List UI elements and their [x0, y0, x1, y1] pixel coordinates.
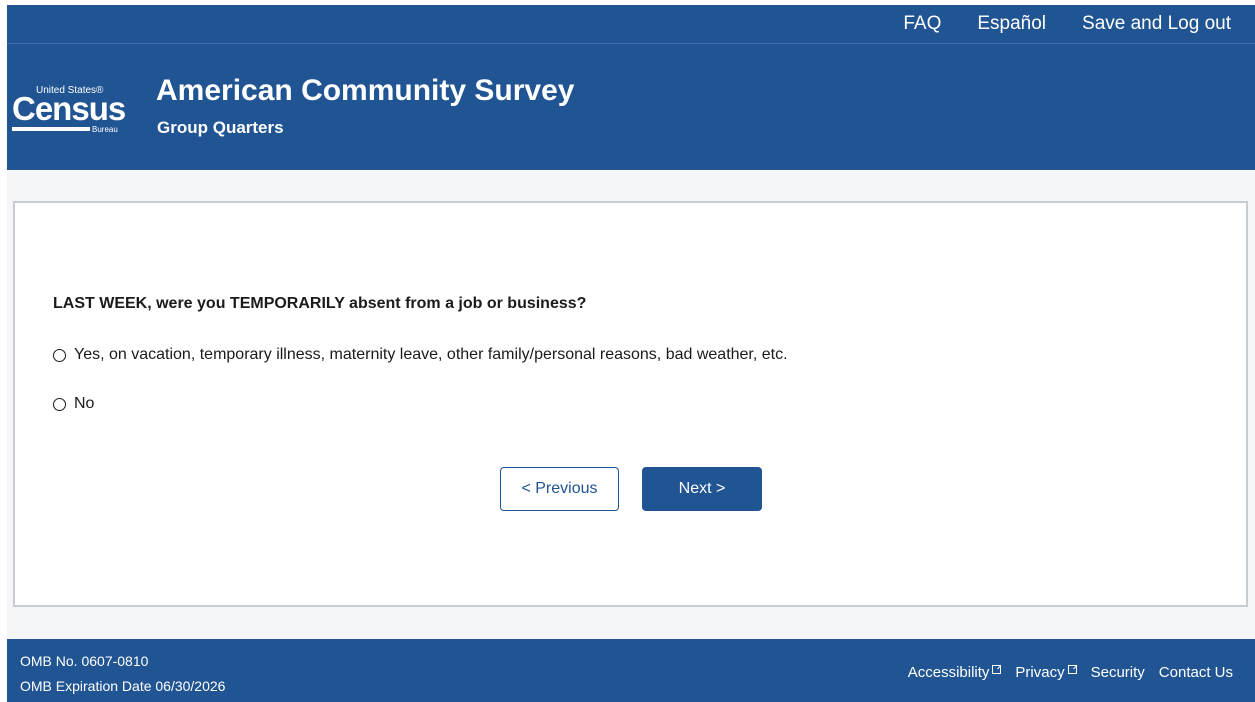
option-yes[interactable]: Yes, on vacation, temporary illness, mat… — [53, 346, 788, 364]
logo-bureau-text: Bureau — [92, 125, 118, 134]
accessibility-link-label: Accessibility — [907, 664, 990, 681]
accessibility-link[interactable]: Accessibility — [908, 664, 1002, 681]
external-link-icon — [992, 665, 1002, 674]
site-header: United States® Census Bureau American Co… — [7, 44, 1255, 170]
privacy-link[interactable]: Privacy — [1015, 664, 1077, 681]
survey-subtitle: Group Quarters — [157, 118, 284, 137]
census-logo: United States® Census Bureau — [12, 85, 132, 141]
radio-unselected-icon[interactable] — [53, 397, 66, 411]
next-button[interactable]: Next > — [642, 467, 762, 511]
question-text: LAST WEEK, were you TEMPORARILY absent f… — [53, 295, 587, 312]
site-footer: OMB No. 0607-0810 OMB Expiration Date 06… — [7, 639, 1255, 702]
question-card: LAST WEEK, were you TEMPORARILY absent f… — [13, 201, 1248, 607]
option-yes-label: Yes, on vacation, temporary illness, mat… — [74, 346, 788, 363]
contact-us-link[interactable]: Contact Us — [1159, 664, 1233, 681]
option-no[interactable]: No — [53, 395, 94, 413]
top-utility-nav: FAQ Español Save and Log out — [7, 5, 1255, 44]
radio-unselected-icon[interactable] — [53, 348, 66, 362]
option-no-label: No — [74, 395, 95, 412]
logo-underline — [12, 127, 90, 131]
save-and-logout-link[interactable]: Save and Log out — [1082, 13, 1231, 35]
privacy-link-label: Privacy — [1015, 664, 1065, 681]
espanol-link[interactable]: Español — [977, 13, 1046, 35]
page: FAQ Español Save and Log out United Stat… — [7, 5, 1255, 702]
external-link-icon — [1067, 665, 1077, 674]
omb-expiration: OMB Expiration Date 06/30/2026 — [20, 678, 226, 694]
survey-title: American Community Survey — [156, 74, 575, 107]
previous-button[interactable]: < Previous — [500, 467, 619, 511]
faq-link[interactable]: FAQ — [903, 13, 941, 35]
logo-census-text: Census — [12, 90, 126, 127]
omb-number: OMB No. 0607-0810 — [20, 653, 149, 669]
security-link[interactable]: Security — [1091, 664, 1145, 681]
footer-links: Accessibility Privacy Security Contact U… — [894, 664, 1233, 681]
